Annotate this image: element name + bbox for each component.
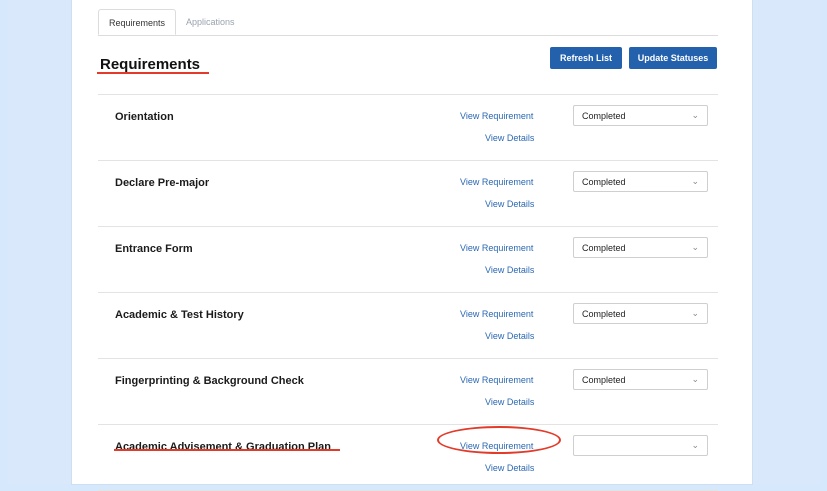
tab-bar: Requirements Applications — [98, 9, 718, 36]
list-item: Fingerprinting & Background Check View R… — [98, 358, 718, 424]
status-value: Completed — [582, 111, 626, 121]
requirement-title: Academic & Test History — [115, 309, 244, 321]
requirement-title: Fingerprinting & Background Check — [115, 375, 304, 387]
status-select[interactable]: Completed ⌄ — [573, 105, 708, 126]
update-statuses-button[interactable]: Update Statuses — [629, 47, 717, 69]
status-value: Completed — [582, 309, 626, 319]
list-item: Declare Pre-major View Requirement View … — [98, 160, 718, 226]
status-select[interactable]: Completed ⌄ — [573, 237, 708, 258]
requirement-title: Entrance Form — [115, 243, 193, 255]
list-item: Academic Advisement & Graduation Plan Vi… — [98, 424, 718, 491]
chevron-down-icon: ⌄ — [691, 440, 699, 450]
chevron-down-icon: ⌄ — [691, 110, 699, 120]
view-details-link[interactable]: View Details — [485, 265, 534, 275]
chevron-down-icon: ⌄ — [691, 374, 699, 384]
requirement-title: Declare Pre-major — [115, 177, 210, 189]
view-requirement-link[interactable]: View Requirement — [460, 309, 533, 319]
requirement-title: Academic Advisement & Graduation Plan — [115, 441, 331, 453]
view-requirement-link[interactable]: View Requirement — [460, 375, 533, 385]
page-title: Requirements — [100, 56, 201, 73]
list-item: Academic & Test History View Requirement… — [98, 292, 718, 358]
status-value: Completed — [582, 177, 626, 187]
status-select[interactable]: ⌄ — [573, 435, 708, 456]
status-select[interactable]: Completed ⌄ — [573, 303, 708, 324]
requirements-list: Orientation View Requirement View Detail… — [98, 94, 718, 491]
view-details-link[interactable]: View Details — [485, 463, 534, 473]
chevron-down-icon: ⌄ — [691, 176, 699, 186]
refresh-list-button[interactable]: Refresh List — [550, 47, 622, 69]
status-value: Completed — [582, 375, 626, 385]
view-details-link[interactable]: View Details — [485, 199, 534, 209]
annotation-circle — [437, 426, 561, 454]
tab-applications[interactable]: Applications — [176, 9, 245, 35]
status-select[interactable]: Completed ⌄ — [573, 171, 708, 192]
view-details-link[interactable]: View Details — [485, 133, 534, 143]
chevron-down-icon: ⌄ — [691, 308, 699, 318]
list-item: Entrance Form View Requirement View Deta… — [98, 226, 718, 292]
requirement-title: Orientation — [115, 111, 174, 123]
status-value: Completed — [582, 243, 626, 253]
view-requirement-link[interactable]: View Requirement — [460, 111, 533, 121]
status-select[interactable]: Completed ⌄ — [573, 369, 708, 390]
annotation-underline-title — [97, 72, 209, 74]
view-details-link[interactable]: View Details — [485, 397, 534, 407]
view-details-link[interactable]: View Details — [485, 331, 534, 341]
view-requirement-link[interactable]: View Requirement — [460, 177, 533, 187]
list-item: Orientation View Requirement View Detail… — [98, 94, 718, 160]
tab-requirements[interactable]: Requirements — [98, 9, 177, 35]
annotation-underline-row — [114, 449, 340, 451]
chevron-down-icon: ⌄ — [691, 242, 699, 252]
view-requirement-link[interactable]: View Requirement — [460, 243, 533, 253]
